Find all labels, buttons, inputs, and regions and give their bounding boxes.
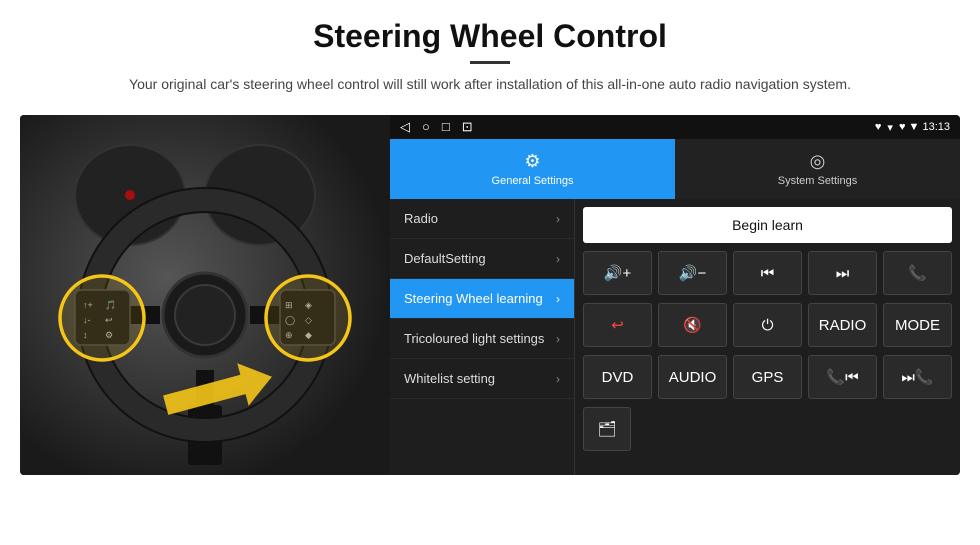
control-row-2: ↩ 🔇 ⏻ RADIO MODE [583, 303, 952, 347]
chevron-right-icon: › [556, 252, 560, 266]
audio-button[interactable]: AUDIO [658, 355, 727, 399]
gps-button[interactable]: GPS [733, 355, 802, 399]
chevron-right-icon: › [556, 212, 560, 226]
next-track-icon: ⏭ [836, 265, 850, 282]
hang-up-icon: ↩ [611, 316, 624, 334]
control-row-1: 🔊+ 🔊− ⏮ ⏭ 📞 [583, 251, 952, 295]
tab-system-label: System Settings [778, 175, 857, 187]
phone-button[interactable]: 📞 [883, 251, 952, 295]
menu-item-default-setting[interactable]: DefaultSetting › [390, 239, 574, 279]
audio-label: AUDIO [669, 369, 717, 386]
menu-item-radio[interactable]: Radio › [390, 199, 574, 239]
back-icon: ◁ [400, 119, 410, 135]
hang-up-button[interactable]: ↩ [583, 303, 652, 347]
begin-learn-button[interactable]: Begin learn [583, 207, 952, 243]
volume-down-button[interactable]: 🔊− [658, 251, 727, 295]
status-bar: ◁ ○ □ ⊡ ♥ ▾ ♥ ▼ 13:13 [390, 115, 960, 139]
dvd-label: DVD [602, 369, 634, 386]
mode-label: MODE [895, 317, 940, 334]
wifi-icon: ▾ [887, 121, 893, 134]
volume-down-icon: 🔊− [679, 264, 706, 282]
menu-item-steering-label: Steering Wheel learning [404, 291, 543, 306]
home-icon: ○ [422, 119, 430, 135]
page-container: Steering Wheel Control Your original car… [0, 0, 980, 475]
radio-label: RADIO [819, 317, 867, 334]
location-icon: ♥ [875, 121, 882, 133]
prev-track-icon: ⏮ [761, 265, 775, 282]
mode-button[interactable]: MODE [883, 303, 952, 347]
page-header: Steering Wheel Control Your original car… [0, 0, 980, 105]
begin-learn-row: Begin learn [583, 207, 952, 243]
volume-up-button[interactable]: 🔊+ [583, 251, 652, 295]
chevron-right-icon: › [556, 292, 560, 306]
menu-item-tricoloured[interactable]: Tricoloured light settings › [390, 319, 574, 359]
chevron-right-icon: › [556, 332, 560, 346]
phone-icon: 📞 [908, 264, 927, 282]
main-area: Radio › DefaultSetting › Steering Wheel … [390, 199, 960, 475]
phone-next-button[interactable]: ⏭📞 [883, 355, 952, 399]
power-button[interactable]: ⏻ [733, 303, 802, 347]
time-display: ♥ ▼ 13:13 [899, 121, 950, 133]
header-subtitle: Your original car's steering wheel contr… [60, 74, 920, 95]
mute-button[interactable]: 🔇 [658, 303, 727, 347]
mute-icon: 🔇 [683, 316, 702, 334]
whitelist-icon-button[interactable]: 🗂 [583, 407, 631, 451]
status-bar-nav-icons: ◁ ○ □ ⊡ [400, 119, 473, 135]
control-row-3: DVD AUDIO GPS 📞⏮ ⏭📞 [583, 355, 952, 399]
menu-item-whitelist-label: Whitelist setting [404, 371, 495, 386]
menu-item-whitelist[interactable]: Whitelist setting › [390, 359, 574, 399]
tab-general-settings[interactable]: ⚙ General Settings [390, 139, 675, 199]
screenshot-icon: ⊡ [462, 119, 473, 135]
tab-general-label: General Settings [492, 175, 574, 187]
chevron-right-icon: › [556, 372, 560, 386]
tab-system-settings[interactable]: ◎ System Settings [675, 139, 960, 199]
page-title: Steering Wheel Control [60, 18, 920, 55]
power-icon: ⏻ [762, 317, 774, 334]
controls-panel: Begin learn 🔊+ 🔊− ⏮ [575, 199, 960, 475]
whitelist-icon: 🗂 [597, 420, 616, 438]
gear-icon: ⚙ [524, 151, 540, 172]
phone-next-icon: ⏭📞 [901, 368, 933, 386]
whitelist-control-row: 🗂 [583, 407, 952, 451]
recent-icon: □ [442, 119, 450, 135]
system-icon: ◎ [810, 151, 826, 172]
steering-wheel-image: ↑+ 🎵 ↓- ↩ ↕ ⚙ ⊞ ◈ ◯ ◇ ⊕ ◆ [20, 115, 390, 475]
header-divider [470, 61, 510, 64]
content-area: ↑+ 🎵 ↓- ↩ ↕ ⚙ ⊞ ◈ ◯ ◇ ⊕ ◆ [20, 115, 960, 475]
menu-list: Radio › DefaultSetting › Steering Wheel … [390, 199, 575, 475]
menu-item-radio-label: Radio [404, 211, 438, 226]
phone-prev-button[interactable]: 📞⏮ [808, 355, 877, 399]
gps-label: GPS [752, 369, 784, 386]
status-bar-info: ♥ ▾ ♥ ▼ 13:13 [875, 121, 950, 134]
menu-item-steering-wheel[interactable]: Steering Wheel learning › [390, 279, 574, 319]
menu-item-default-label: DefaultSetting [404, 251, 486, 266]
dvd-button[interactable]: DVD [583, 355, 652, 399]
volume-up-icon: 🔊+ [604, 264, 631, 282]
next-track-button[interactable]: ⏭ [808, 251, 877, 295]
radio-button[interactable]: RADIO [808, 303, 877, 347]
tablet-screen: ◁ ○ □ ⊡ ♥ ▾ ♥ ▼ 13:13 ⚙ General Settings [390, 115, 960, 475]
prev-track-button[interactable]: ⏮ [733, 251, 802, 295]
phone-prev-icon: 📞⏮ [826, 368, 858, 386]
menu-item-tricoloured-label: Tricoloured light settings [404, 331, 544, 346]
settings-tabs: ⚙ General Settings ◎ System Settings [390, 139, 960, 199]
